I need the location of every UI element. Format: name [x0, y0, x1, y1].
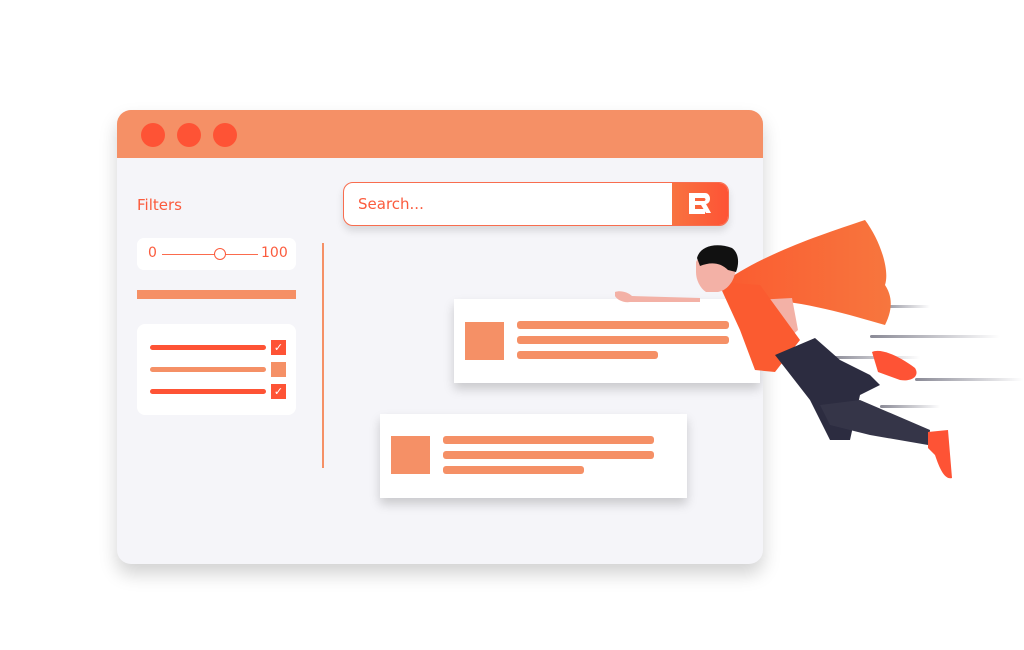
superhero-illustration: [615, 220, 952, 479]
shoe-shape: [928, 430, 952, 479]
front-arm-shape: [615, 291, 700, 303]
shoe-shape: [872, 350, 917, 381]
